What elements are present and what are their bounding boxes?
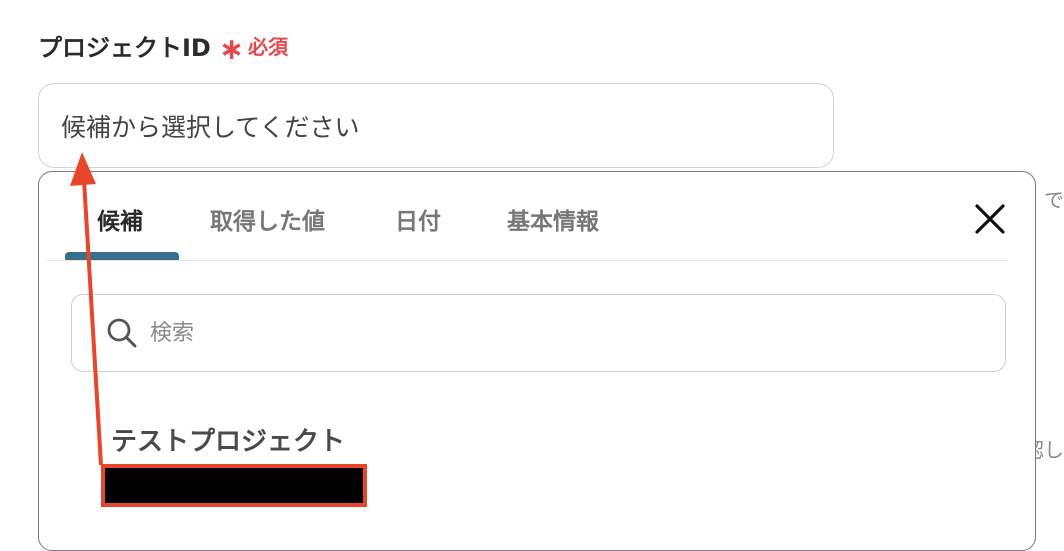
tab-date[interactable]: 日付 (395, 202, 441, 236)
active-tab-indicator (65, 252, 179, 260)
tab-candidates[interactable]: 候補 (97, 202, 143, 236)
required-asterisk: ∗ (218, 31, 244, 67)
close-button[interactable] (973, 202, 1007, 236)
background-text: で (1044, 188, 1064, 212)
field-label-text: プロジェクトID (38, 34, 211, 62)
field-label: プロジェクトID ∗ 必須 (38, 28, 288, 64)
redacted-value (101, 464, 367, 507)
close-icon (975, 204, 1005, 234)
tab-bar: 候補 取得した値 日付 基本情報 (47, 172, 1007, 261)
option-item[interactable]: テストプロジェクト (111, 421, 345, 458)
search-icon (107, 318, 137, 348)
tab-retrieved-values[interactable]: 取得した値 (210, 202, 325, 236)
search-input[interactable] (148, 319, 932, 347)
required-text: 必須 (248, 35, 288, 59)
project-id-select[interactable]: 候補から選択してください (38, 83, 834, 168)
required-indicator: ∗ 必須 (219, 31, 288, 64)
tab-basic-info[interactable]: 基本情報 (507, 202, 599, 236)
search-box (71, 294, 1006, 372)
select-placeholder: 候補から選択してください (61, 112, 360, 142)
